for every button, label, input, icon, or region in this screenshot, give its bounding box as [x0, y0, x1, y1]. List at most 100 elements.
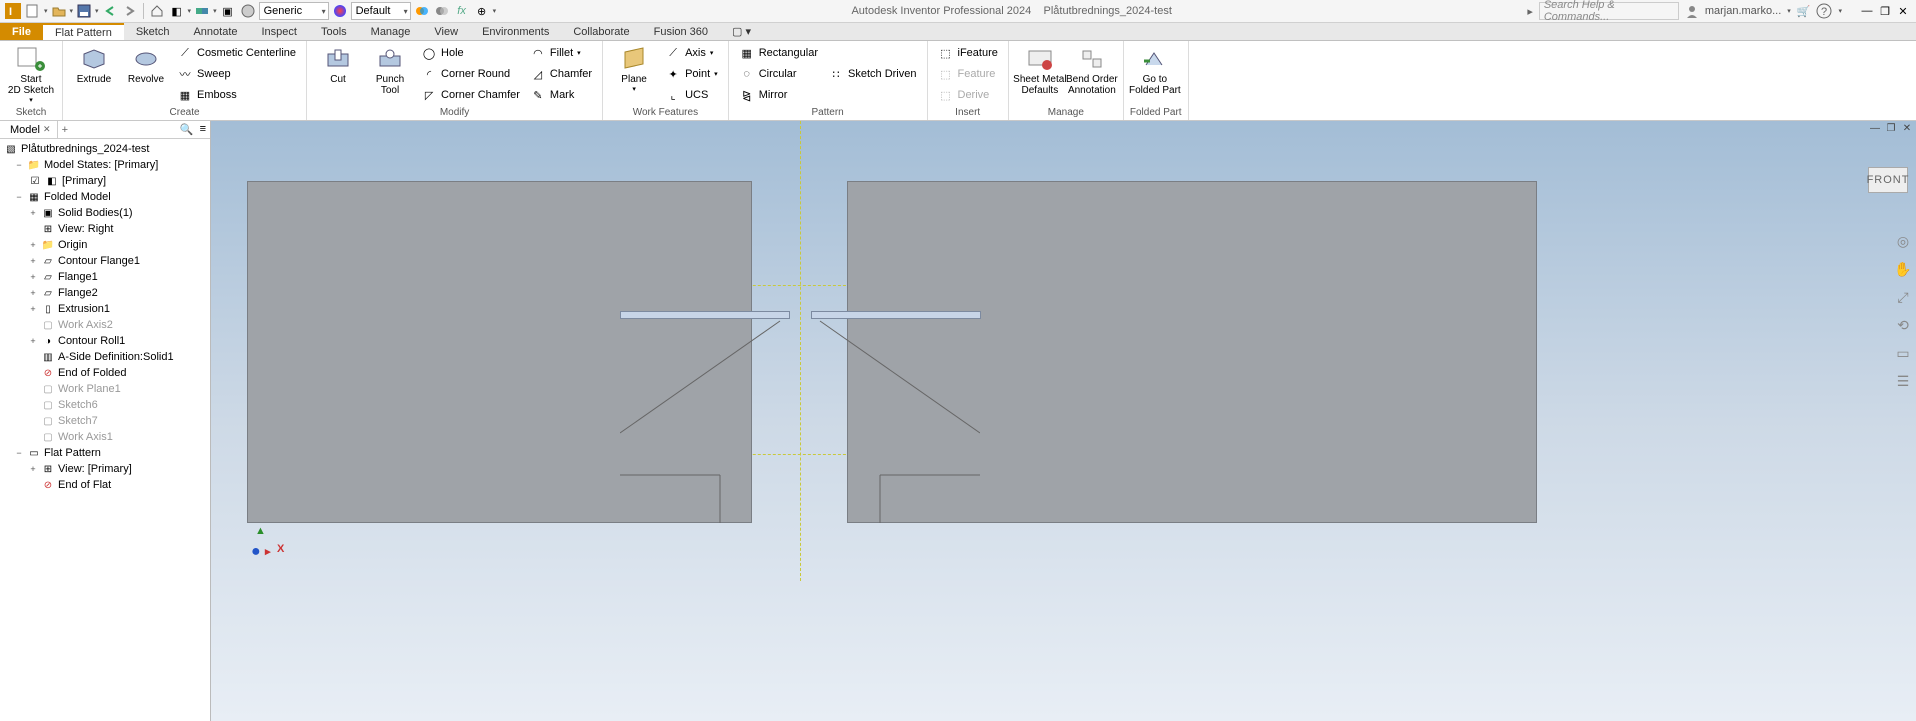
circular-button[interactable]: ◌Circular	[735, 64, 822, 84]
tree-primary[interactable]: ☑◧[Primary]	[0, 173, 210, 189]
expand-icon[interactable]: +	[28, 256, 38, 266]
expand-icon[interactable]: +	[28, 288, 38, 298]
maximize-button[interactable]: ❐	[1876, 2, 1894, 20]
assembly-icon[interactable]	[193, 2, 211, 20]
chamfer-button[interactable]: ◿Chamfer	[526, 64, 596, 84]
material-combo[interactable]: Generic	[259, 2, 329, 20]
steering-wheel-icon[interactable]: ◎	[1893, 231, 1913, 251]
search-browser-icon[interactable]: 🔍	[180, 123, 194, 136]
expand-icon[interactable]: +	[28, 240, 38, 250]
pan-icon[interactable]: ✋	[1893, 259, 1913, 279]
extrude-button[interactable]: Extrude	[69, 43, 119, 105]
view-cube[interactable]: FRONT	[1868, 167, 1908, 193]
fillet-button[interactable]: ◠Fillet ▾	[526, 43, 596, 63]
rectangular-button[interactable]: ▦Rectangular	[735, 43, 822, 63]
tree-item[interactable]: +⊞View: [Primary]	[0, 461, 210, 477]
close-button[interactable]: ✕	[1894, 2, 1912, 20]
tab-manage[interactable]: Manage	[359, 23, 423, 40]
settings-dropdown-icon[interactable]: ⊕	[473, 2, 491, 20]
expand-icon[interactable]: +	[28, 304, 38, 314]
mirror-button[interactable]: ⧎Mirror	[735, 85, 822, 105]
tree-item[interactable]: ▢Work Axis2	[0, 317, 210, 333]
expand-icon[interactable]: +	[28, 208, 38, 218]
tree-item[interactable]: +▱Flange1	[0, 269, 210, 285]
tree-end-flat[interactable]: ⊘End of Flat	[0, 477, 210, 493]
tree-item[interactable]: ▢Work Axis1	[0, 429, 210, 445]
ucs-button[interactable]: ⌞UCS	[661, 85, 722, 105]
tree-item[interactable]: ▢Sketch7	[0, 413, 210, 429]
look-at-icon[interactable]: ▭	[1893, 343, 1913, 363]
cosmetic-centerline-button[interactable]: ⟋Cosmetic Centerline	[173, 43, 300, 63]
tree-item[interactable]: ▢Sketch6	[0, 397, 210, 413]
fx-icon[interactable]: fx	[453, 2, 471, 20]
tree-end-folded[interactable]: ⊘End of Folded	[0, 365, 210, 381]
sketch-driven-button[interactable]: ∷Sketch Driven	[824, 64, 920, 84]
user-icon[interactable]	[1685, 4, 1699, 18]
hole-button[interactable]: ◯Hole	[417, 43, 524, 63]
tab-view[interactable]: View	[422, 23, 470, 40]
browser-tree[interactable]: ▧Plåtutbrednings_2024-test −📁Model State…	[0, 139, 210, 721]
punch-tool-button[interactable]: Punch Tool	[365, 43, 415, 105]
sheet-metal-defaults-button[interactable]: Sheet Metal Defaults	[1015, 43, 1065, 105]
browser-tab-model[interactable]: Model ✕	[4, 121, 58, 138]
new-icon[interactable]	[24, 2, 42, 20]
tab-sketch[interactable]: Sketch	[124, 23, 182, 40]
tree-item[interactable]: +▯Extrusion1	[0, 301, 210, 317]
cut-button[interactable]: Cut	[313, 43, 363, 105]
point-button[interactable]: ✦Point ▾	[661, 64, 722, 84]
zoom-icon[interactable]: ⤢	[1893, 287, 1913, 307]
tab-extra-dropdown[interactable]: ▢ ▾	[720, 23, 763, 40]
tree-model-states[interactable]: −📁Model States: [Primary]	[0, 157, 210, 173]
clear-override-icon[interactable]	[433, 2, 451, 20]
collapse-icon[interactable]: −	[14, 448, 24, 458]
tab-file[interactable]: File	[0, 23, 43, 40]
collapse-icon[interactable]: −	[14, 160, 24, 170]
close-icon[interactable]: ✕	[43, 124, 51, 135]
minimize-button[interactable]: —	[1858, 2, 1876, 20]
tab-collaborate[interactable]: Collaborate	[561, 23, 641, 40]
tree-item[interactable]: +▣Solid Bodies(1)	[0, 205, 210, 221]
home-icon[interactable]	[148, 2, 166, 20]
select-icon[interactable]: ▣	[219, 2, 237, 20]
expand-icon[interactable]: +	[28, 336, 38, 346]
add-tab-button[interactable]: +	[62, 124, 68, 136]
cart-icon[interactable]: 🛒	[1797, 5, 1811, 18]
search-expand-icon[interactable]: ▸	[1527, 5, 1533, 18]
revolve-button[interactable]: Revolve	[121, 43, 171, 105]
appearance-icon[interactable]	[331, 2, 349, 20]
appearance-combo[interactable]: Default	[351, 2, 411, 20]
tab-annotate[interactable]: Annotate	[181, 23, 249, 40]
tree-folded-model[interactable]: −▦Folded Model	[0, 189, 210, 205]
ifeature-button[interactable]: ⬚iFeature	[934, 43, 1002, 63]
redo-icon[interactable]	[121, 2, 139, 20]
app-icon[interactable]: I	[4, 2, 22, 20]
vp-close-button[interactable]: ✕	[1900, 122, 1914, 134]
tab-inspect[interactable]: Inspect	[250, 23, 309, 40]
undo-icon[interactable]	[101, 2, 119, 20]
browser-menu-icon[interactable]: ≡	[200, 123, 206, 136]
tree-item[interactable]: ▥A-Side Definition:Solid1	[0, 349, 210, 365]
corner-round-button[interactable]: ◜Corner Round	[417, 64, 524, 84]
tree-item[interactable]: +📁Origin	[0, 237, 210, 253]
tab-fusion360[interactable]: Fusion 360	[642, 23, 720, 40]
tab-flat-pattern[interactable]: Flat Pattern	[43, 23, 124, 40]
vp-minimize-button[interactable]: —	[1868, 122, 1882, 134]
open-icon[interactable]	[50, 2, 68, 20]
tree-root[interactable]: ▧Plåtutbrednings_2024-test	[0, 141, 210, 157]
collapse-icon[interactable]: −	[14, 192, 24, 202]
emboss-button[interactable]: ▦Emboss	[173, 85, 300, 105]
tab-tools[interactable]: Tools	[309, 23, 359, 40]
tree-item[interactable]: +▱Flange2	[0, 285, 210, 301]
user-name[interactable]: marjan.marko...	[1705, 5, 1781, 17]
save-icon[interactable]	[75, 2, 93, 20]
start-2d-sketch-button[interactable]: Start 2D Sketch ▾	[6, 43, 56, 105]
mark-button[interactable]: ✎Mark	[526, 85, 596, 105]
tree-flat-pattern[interactable]: −▭Flat Pattern	[0, 445, 210, 461]
help-icon[interactable]: ?	[1816, 3, 1832, 19]
appearance-override-icon[interactable]	[413, 2, 431, 20]
orbit-icon[interactable]: ⟲	[1893, 315, 1913, 335]
plane-button[interactable]: Plane▾	[609, 43, 659, 105]
vp-maximize-button[interactable]: ❐	[1884, 122, 1898, 134]
corner-chamfer-button[interactable]: ◸Corner Chamfer	[417, 85, 524, 105]
tree-item[interactable]: +▱Contour Flange1	[0, 253, 210, 269]
